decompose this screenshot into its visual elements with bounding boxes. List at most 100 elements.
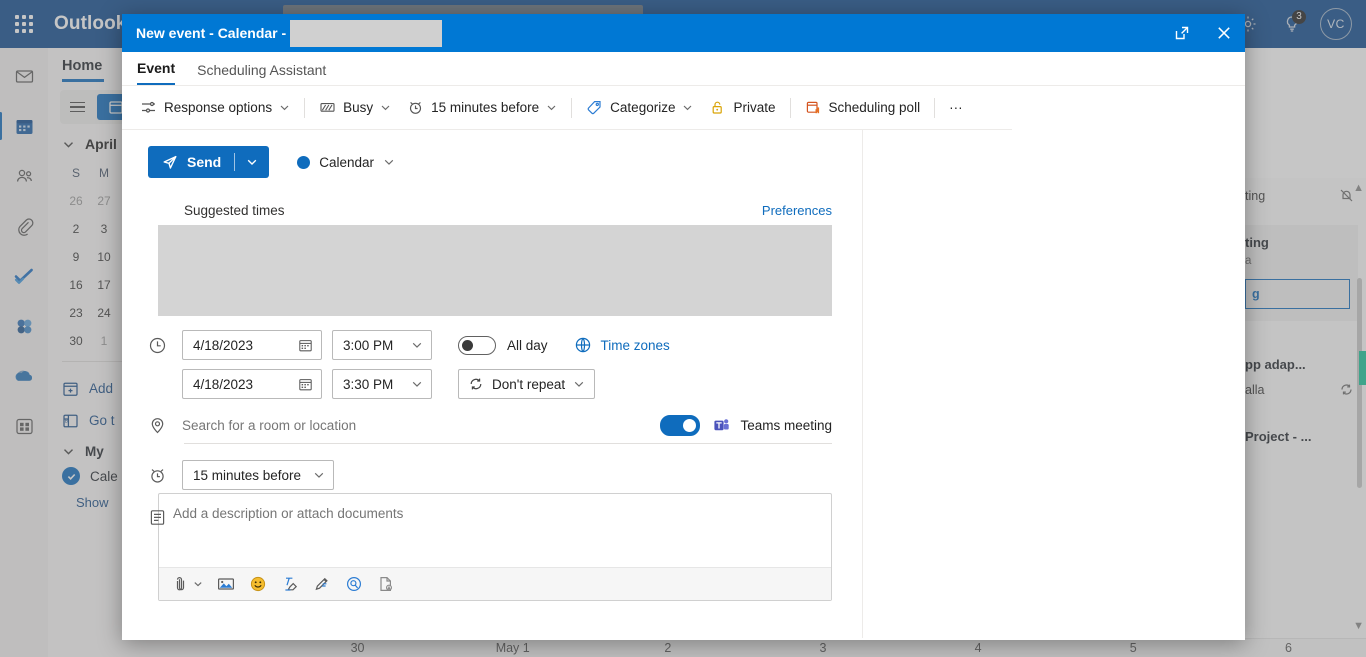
response-options-label: Response options [164,100,273,115]
description-input[interactable]: Add a description or attach documents [159,494,831,567]
suggested-times-label: Suggested times [184,203,285,218]
calendar-color-dot [297,155,311,169]
repeat-select[interactable]: Don't repeat [458,369,596,399]
chevron-down-icon [682,102,693,113]
toolbar-separator [304,97,306,118]
start-date-value: 4/18/2023 [193,337,254,353]
alarm-clock-icon [148,466,182,485]
busy-status-button[interactable]: Busy [311,93,399,122]
reminder-value: 15 minutes before [193,467,302,483]
suggested-times-header: Suggested times Preferences [184,203,832,218]
response-options-icon [140,99,157,116]
suggested-times-redacted-area [158,225,832,316]
teams-meeting-toggle[interactable] [660,415,701,436]
datetime-row-end: 4/18/2023 3:30 PM Don't repeat [122,369,862,399]
chevron-down-icon [383,156,395,168]
end-date-value: 4/18/2023 [193,376,254,392]
response-options-button[interactable]: Response options [132,93,298,122]
preferences-link[interactable]: Preferences [762,203,832,218]
teams-icon [712,416,731,435]
location-underline [184,443,832,444]
time-zones-label: Time zones [600,337,670,353]
chevron-down-icon [380,102,391,113]
description-toolbar [159,567,831,600]
repeat-label: Don't repeat [492,376,566,392]
busy-label: Busy [343,100,374,115]
event-form-body: Send Calendar Suggested times Preference… [122,130,1245,638]
send-row: Send Calendar [122,146,862,178]
recurring-icon [468,376,484,392]
event-form: Send Calendar Suggested times Preference… [122,130,862,601]
attach-icon[interactable] [173,576,203,593]
categorize-label: Categorize [610,100,676,115]
calendar-picker-icon[interactable] [298,377,313,392]
send-plane-icon [162,154,178,170]
more-options-icon[interactable]: ··· [941,94,971,121]
dialog-tabs: Event Scheduling Assistant [122,52,1245,86]
send-button-label: Send [187,154,222,170]
chevron-down-icon [411,378,423,390]
emoji-icon[interactable] [249,575,267,593]
dialog-title-redacted-block [290,19,443,47]
reminder-select[interactable]: 15 minutes before [182,460,334,490]
calendar-picker-icon[interactable] [298,338,313,353]
location-pin-icon [148,416,182,435]
new-event-dialog: New event - Calendar - Event Scheduling … [122,14,1245,640]
chevron-down-icon [279,102,290,113]
insert-picture-icon[interactable] [217,575,235,593]
loop-component-icon[interactable] [345,575,363,593]
teams-meeting-label: Teams meeting [740,418,832,433]
toolbar-separator [789,97,791,118]
tab-scheduling-assistant[interactable]: Scheduling Assistant [197,62,326,85]
start-time-value: 3:00 PM [343,337,394,353]
clear-formatting-icon[interactable] [281,575,299,593]
all-day-group: All day [458,335,548,355]
globe-icon [574,336,592,354]
datetime-row-start: 4/18/2023 3:00 PM All day Time zones [122,330,862,360]
private-label: Private [733,100,776,115]
toolbar-separator [934,97,936,118]
all-day-label: All day [507,337,548,353]
event-toolbar: Response options Busy 15 minutes before … [122,86,1012,130]
chevron-down-icon [546,102,557,113]
clock-icon [148,336,182,355]
chevron-down-icon [573,378,585,390]
reminder-clock-icon [407,99,424,116]
start-time-select[interactable]: 3:00 PM [332,330,432,360]
all-day-toggle[interactable] [458,335,496,355]
send-button[interactable]: Send [148,146,270,178]
time-zones-link[interactable]: Time zones [574,336,670,354]
scheduling-poll-label: Scheduling poll [828,100,921,115]
categorize-button[interactable]: Categorize [578,93,701,122]
reminder-row: 15 minutes before [122,460,862,490]
dialog-titlebar: New event - Calendar - [122,14,1245,52]
tab-event[interactable]: Event [137,60,176,85]
close-icon[interactable] [1203,14,1245,52]
location-input[interactable]: Search for a room or location [182,418,660,433]
busy-icon [319,99,336,116]
toolbar-reminder-label: 15 minutes before [431,100,540,115]
categorize-tag-icon [586,99,603,116]
end-date-input[interactable]: 4/18/2023 [182,369,322,399]
send-button-main[interactable]: Send [148,154,234,170]
end-time-select[interactable]: 3:30 PM [332,369,432,399]
insert-document-icon[interactable] [377,575,395,593]
calendar-selector-label: Calendar [319,154,375,170]
send-dropdown-chevron-down-icon[interactable] [235,156,269,168]
calendar-selector[interactable]: Calendar [297,155,395,170]
chevron-down-icon [193,579,203,589]
start-date-input[interactable]: 4/18/2023 [182,330,322,360]
description-box: Add a description or attach documents [158,493,832,601]
location-row: Search for a room or location Teams meet… [122,415,862,436]
dialog-title: New event - Calendar - [136,25,287,41]
private-button[interactable]: Private [701,93,783,122]
toolbar-separator [571,97,573,118]
end-time-value: 3:30 PM [343,376,394,392]
scheduling-poll-icon [805,99,822,116]
chevron-down-icon [313,469,325,481]
window-controls [1161,14,1245,52]
toolbar-reminder-button[interactable]: 15 minutes before [399,93,565,122]
popout-icon[interactable] [1161,14,1203,52]
ink-draw-icon[interactable] [313,575,331,593]
scheduling-poll-button[interactable]: Scheduling poll [797,93,929,122]
